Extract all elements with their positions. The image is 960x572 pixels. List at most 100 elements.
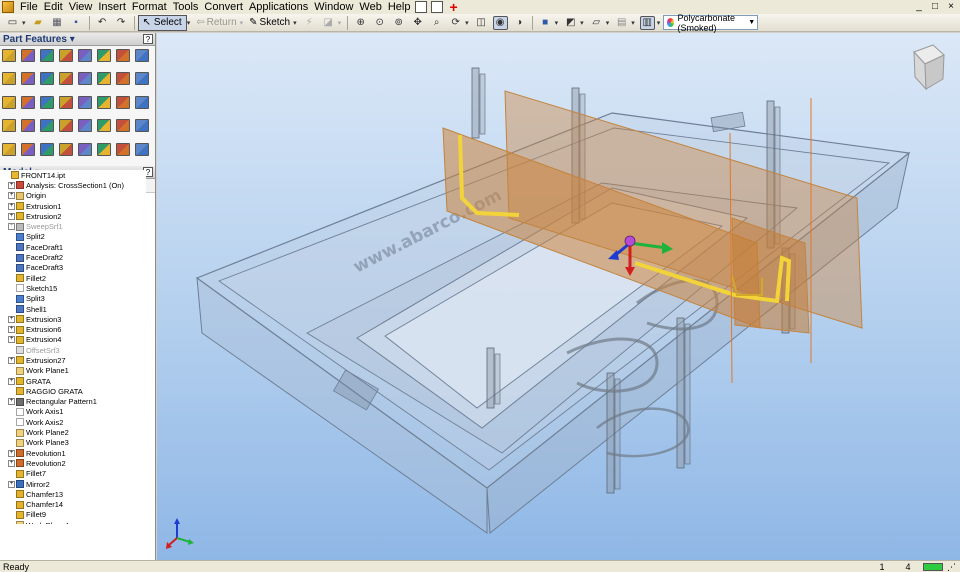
- rect-pattern-icon[interactable]: [2, 95, 16, 109]
- new-file-icon[interactable]: ▭: [5, 16, 20, 30]
- tree-item[interactable]: Work Plane4: [0, 520, 146, 524]
- zoom-window-icon[interactable]: ⊙: [372, 16, 387, 30]
- copy-object-icon[interactable]: [116, 72, 130, 86]
- help-icon[interactable]: [415, 1, 428, 13]
- tree-item[interactable]: + Origin: [0, 191, 146, 201]
- import-icon[interactable]: [135, 95, 149, 109]
- work-point-icon[interactable]: [78, 95, 92, 109]
- tree-item[interactable]: + Extrusion2: [0, 211, 146, 221]
- section-view-icon[interactable]: ▱: [589, 16, 604, 30]
- emboss-icon[interactable]: [2, 119, 16, 133]
- menu-view[interactable]: View: [66, 0, 96, 14]
- tree-item[interactable]: + Revolution2: [0, 458, 146, 468]
- menu-web[interactable]: Web: [356, 0, 384, 14]
- tree-item[interactable]: + Mirror2: [0, 479, 146, 489]
- tree-item[interactable]: OffsetSrf3: [0, 345, 146, 355]
- close-button[interactable]: ×: [946, 1, 956, 13]
- select-button[interactable]: ↖ Select: [137, 14, 187, 31]
- derived-component-icon[interactable]: [116, 95, 130, 109]
- fillet-icon[interactable]: [21, 72, 35, 86]
- tree-item[interactable]: Work Axis1: [0, 407, 146, 417]
- tree-item[interactable]: Work Plane2: [0, 427, 146, 437]
- look-at-icon[interactable]: ◫: [474, 16, 489, 30]
- tree-item[interactable]: Fillet9: [0, 510, 146, 520]
- face-draft-icon[interactable]: [59, 72, 73, 86]
- expand-icon[interactable]: +: [8, 223, 15, 231]
- tree-item[interactable]: Work Plane3: [0, 438, 146, 448]
- move-face-icon[interactable]: [97, 72, 111, 86]
- analysis-icon[interactable]: [97, 142, 111, 156]
- circ-pattern-icon[interactable]: [21, 95, 35, 109]
- mirror-icon[interactable]: [135, 72, 149, 86]
- thicken-icon[interactable]: [40, 119, 54, 133]
- expand-icon[interactable]: +: [8, 192, 15, 200]
- rib-icon[interactable]: [78, 49, 92, 62]
- zoom-icon[interactable]: ⊚: [391, 16, 406, 30]
- menu-insert[interactable]: Insert: [95, 0, 129, 14]
- return-button[interactable]: ⇦ Return: [193, 17, 239, 28]
- expand-icon[interactable]: +: [8, 212, 15, 220]
- tree-item[interactable]: Fillet2: [0, 273, 146, 283]
- menu-window[interactable]: Window: [311, 0, 356, 14]
- shell-icon[interactable]: [59, 49, 73, 62]
- promote-icon[interactable]: [78, 142, 92, 156]
- display-mode-icon[interactable]: ■: [538, 16, 553, 30]
- new-dropdown-icon[interactable]: ▾: [22, 19, 26, 27]
- expand-icon[interactable]: +: [8, 315, 15, 323]
- tree-item[interactable]: Work Plane1: [0, 366, 146, 376]
- tree-item[interactable]: Shell1: [0, 304, 146, 314]
- save-icon[interactable]: ▪: [69, 16, 84, 30]
- revolve-icon[interactable]: [21, 49, 35, 62]
- coil-icon[interactable]: [135, 49, 149, 62]
- tree-item[interactable]: Chamfer13: [0, 489, 146, 499]
- boundary-patch-icon[interactable]: [135, 119, 149, 133]
- restore-button[interactable]: □: [930, 1, 940, 13]
- zoom-selected-icon[interactable]: ⌕: [429, 16, 444, 30]
- menu-edit[interactable]: Edit: [41, 0, 66, 14]
- tree-item[interactable]: Split2: [0, 232, 146, 242]
- work-plane-icon[interactable]: [40, 95, 54, 109]
- tree-item[interactable]: RAGGIO GRATA: [0, 386, 146, 396]
- tree-item[interactable]: + Extrusion27: [0, 355, 146, 365]
- parameters-icon[interactable]: [40, 142, 54, 156]
- menu-tools[interactable]: Tools: [170, 0, 202, 14]
- expand-icon[interactable]: +: [8, 449, 15, 457]
- expand-icon[interactable]: +: [8, 377, 15, 385]
- add-icon[interactable]: +: [449, 0, 457, 14]
- bend-part-icon[interactable]: [116, 142, 130, 156]
- tree-item[interactable]: + Extrusion4: [0, 335, 146, 345]
- menu-convert[interactable]: Convert: [201, 0, 246, 14]
- tree-item[interactable]: + GRATA: [0, 376, 146, 386]
- expand-icon[interactable]: +: [8, 398, 15, 406]
- tree-item[interactable]: Fillet7: [0, 469, 146, 479]
- decal-icon[interactable]: [21, 119, 35, 133]
- ground-plane-icon[interactable]: ▥: [639, 15, 655, 30]
- analysis-visibility-icon[interactable]: ▤: [614, 16, 629, 30]
- hole-icon[interactable]: [40, 49, 54, 62]
- chamfer-icon[interactable]: [40, 72, 54, 86]
- tree-item[interactable]: + SweepSrf1: [0, 221, 146, 231]
- select-dropdown-icon[interactable]: ▾: [187, 19, 191, 27]
- part-model[interactable]: www.abarco.com: [157, 33, 960, 560]
- trim-icon[interactable]: [2, 142, 16, 156]
- zoom-all-icon[interactable]: ⊕: [353, 16, 368, 30]
- tree-item[interactable]: Work Axis2: [0, 417, 146, 427]
- tree-item[interactable]: + Analysis: CrossSection1 (On): [0, 180, 146, 190]
- help-icon[interactable]: ?: [143, 34, 153, 44]
- replace-face-icon[interactable]: [78, 119, 92, 133]
- update-icon[interactable]: ⚡: [302, 16, 317, 30]
- redo-icon[interactable]: ↷: [114, 16, 129, 30]
- shadow-icon[interactable]: ◑: [512, 16, 527, 30]
- tree-item[interactable]: + Extrusion6: [0, 324, 146, 334]
- delete-face-icon[interactable]: [59, 119, 73, 133]
- material-select[interactable]: Polycarbonate (Smoked) ▼: [663, 13, 759, 33]
- tree-item[interactable]: + Rectangular Pattern1: [0, 397, 146, 407]
- minimize-button[interactable]: _: [914, 1, 924, 13]
- split-icon[interactable]: [78, 72, 92, 86]
- return-dropdown-icon[interactable]: ▾: [240, 19, 244, 27]
- loft-icon[interactable]: [97, 49, 111, 62]
- expand-icon[interactable]: +: [8, 202, 15, 210]
- expand-icon[interactable]: +: [8, 356, 15, 364]
- create-imate-icon[interactable]: [59, 142, 73, 156]
- expand-icon[interactable]: +: [8, 459, 15, 467]
